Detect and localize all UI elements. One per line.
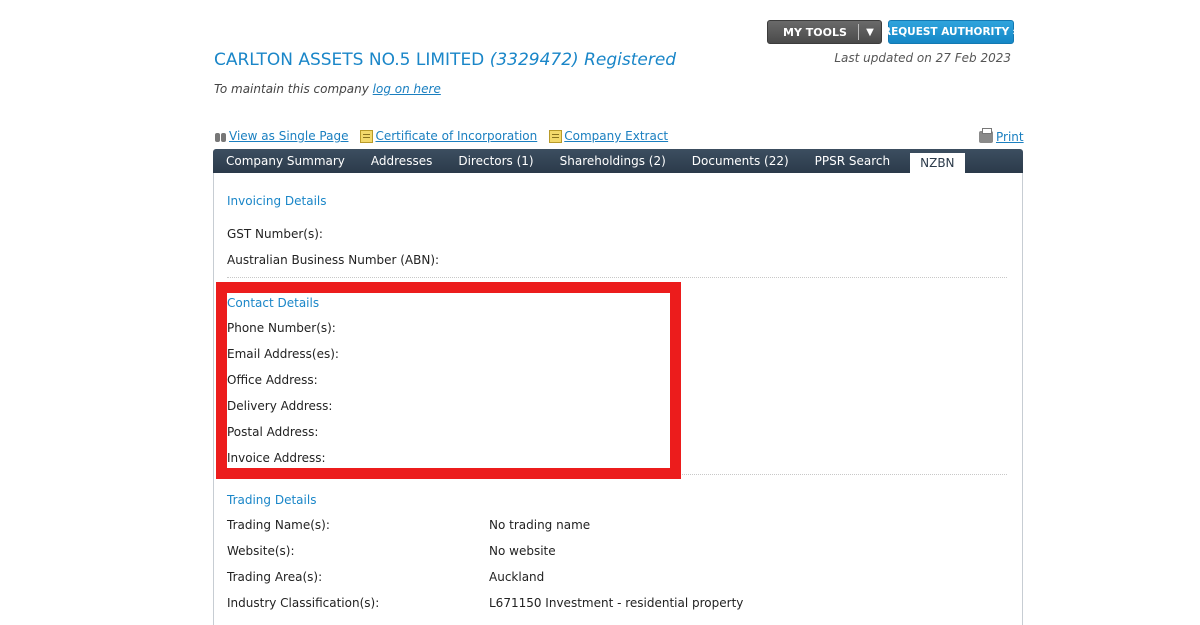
tab-documents[interactable]: Documents (22) bbox=[679, 149, 802, 173]
trading-area-label: Trading Area(s): bbox=[227, 570, 323, 584]
trading-heading: Trading Details bbox=[227, 493, 317, 507]
abn-label: Australian Business Number (ABN): bbox=[227, 253, 440, 267]
annotation-highlight-box bbox=[216, 282, 681, 479]
document-links: View as Single Page Certificate of Incor… bbox=[214, 128, 668, 144]
tab-company-summary[interactable]: Company Summary bbox=[213, 149, 358, 173]
industry-classification-value: L671150 Investment - residential propert… bbox=[489, 596, 744, 610]
binoculars-icon bbox=[214, 130, 227, 143]
tab-bar: Company Summary Addresses Directors (1) … bbox=[213, 149, 1023, 173]
maintain-note: To maintain this company log on here bbox=[214, 82, 441, 96]
section-divider bbox=[227, 277, 1007, 278]
my-tools-button[interactable]: MY TOOLS ▼ bbox=[767, 20, 882, 44]
maintain-text: To maintain this company bbox=[214, 82, 369, 96]
trading-area-value: Auckland bbox=[489, 570, 545, 584]
tab-directors[interactable]: Directors (1) bbox=[445, 149, 546, 173]
tab-nzbn[interactable]: NZBN bbox=[910, 153, 965, 173]
gst-label: GST Number(s): bbox=[227, 227, 323, 241]
request-authority-button[interactable]: REQUEST AUTHORITY » bbox=[883, 20, 1019, 44]
certificate-label: Certificate of Incorporation bbox=[375, 129, 538, 143]
logon-link[interactable]: log on here bbox=[373, 82, 441, 96]
website-value: No website bbox=[489, 544, 556, 558]
tab-ppsr-search[interactable]: PPSR Search bbox=[802, 149, 903, 173]
company-extract-link[interactable]: Company Extract bbox=[549, 128, 668, 144]
nzbn-page: MY TOOLS ▼ REQUEST AUTHORITY » CARLTON A… bbox=[0, 0, 1200, 625]
double-chevron-right-icon: » bbox=[1012, 26, 1020, 38]
tab-addresses[interactable]: Addresses bbox=[358, 149, 445, 173]
tab-shareholdings[interactable]: Shareholdings (2) bbox=[547, 149, 679, 173]
trading-name-label: Trading Name(s): bbox=[227, 518, 330, 532]
print-label: Print bbox=[996, 130, 1024, 144]
view-single-page-link[interactable]: View as Single Page bbox=[214, 128, 348, 144]
extract-icon bbox=[549, 129, 563, 143]
certificate-icon bbox=[360, 129, 374, 143]
trading-name-value: No trading name bbox=[489, 518, 591, 532]
company-status: Registered bbox=[584, 50, 677, 70]
certificate-link[interactable]: Certificate of Incorporation bbox=[360, 128, 537, 144]
invoicing-heading: Invoicing Details bbox=[227, 194, 327, 208]
printer-icon bbox=[979, 128, 993, 143]
chevron-down-icon[interactable]: ▼ bbox=[859, 27, 881, 38]
company-extract-label: Company Extract bbox=[564, 129, 669, 143]
print-link[interactable]: Print bbox=[979, 128, 1024, 144]
company-number: (3329472) bbox=[489, 50, 579, 70]
last-updated-text: Last updated on 27 Feb 2023 bbox=[834, 51, 1011, 65]
website-label: Website(s): bbox=[227, 544, 295, 558]
my-tools-label: MY TOOLS bbox=[783, 25, 847, 39]
request-authority-label: REQUEST AUTHORITY bbox=[882, 26, 1010, 38]
industry-classification-label: Industry Classification(s): bbox=[227, 596, 380, 610]
company-name: CARLTON ASSETS NO.5 LIMITED bbox=[214, 50, 485, 70]
page-title: CARLTON ASSETS NO.5 LIMITED (3329472) Re… bbox=[214, 50, 676, 70]
view-single-page-label: View as Single Page bbox=[229, 129, 349, 143]
